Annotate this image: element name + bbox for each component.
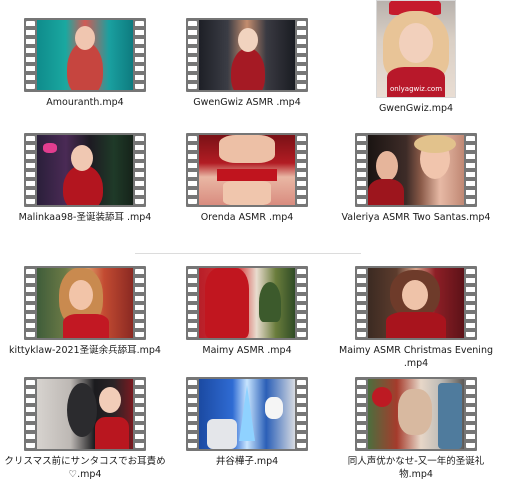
file-name: GwenGwiz.mp4 <box>378 103 454 114</box>
file-name: kittyklaw-2021圣诞余兵舔耳.mp4 <box>9 345 161 356</box>
file-tile-maimy-christmas[interactable]: Maimy ASMR Christmas Evening .mp4 <box>331 266 501 370</box>
file-tile-itani[interactable]: 井谷樺子.mp4 <box>162 377 332 468</box>
file-name: Maimy ASMR .mp4 <box>202 345 292 356</box>
file-tile-maimy-asmr[interactable]: Maimy ASMR .mp4 <box>162 266 332 357</box>
file-tile-gwengwiz-asmr[interactable]: GwenGwiz ASMR .mp4 <box>162 18 332 109</box>
file-name: GwenGwiz ASMR .mp4 <box>193 97 301 108</box>
file-name: 同人声优かなせ-又一年的圣诞礼物.mp4 <box>347 456 485 480</box>
video-thumbnail[interactable] <box>186 133 308 207</box>
file-tile-kanase[interactable]: 同人声优かなせ-又一年的圣诞礼物.mp4 <box>331 377 501 481</box>
file-name: 井谷樺子.mp4 <box>215 456 279 467</box>
file-name: Valeriya ASMR Two Santas.mp4 <box>341 212 491 223</box>
file-tile-valeriya[interactable]: Valeriya ASMR Two Santas.mp4 <box>331 133 501 224</box>
file-name: Amouranth.mp4 <box>46 97 124 108</box>
file-tile-orenda[interactable]: Orenda ASMR .mp4 <box>162 133 332 224</box>
file-tile-malinkaa98[interactable]: Malinkaa98-圣诞装舔耳 .mp4 <box>0 133 170 224</box>
image-watermark: onlyagwiz.com <box>389 85 443 93</box>
video-thumbnail[interactable] <box>186 18 308 92</box>
file-tile-amouranth[interactable]: Amouranth.mp4 <box>0 18 170 109</box>
file-tile-gwengwiz[interactable]: onlyagwiz.com GwenGwiz.mp4 <box>331 0 501 115</box>
video-thumbnail[interactable] <box>24 133 146 207</box>
video-thumbnail[interactable] <box>24 266 146 340</box>
file-grid: Amouranth.mp4 GwenGwiz ASMR .mp4 onlyagw… <box>0 0 511 490</box>
video-thumbnail[interactable] <box>24 18 146 92</box>
file-name: Orenda ASMR .mp4 <box>200 212 294 223</box>
image-thumbnail[interactable]: onlyagwiz.com <box>376 0 456 98</box>
video-thumbnail[interactable] <box>355 377 477 451</box>
video-thumbnail[interactable] <box>355 266 477 340</box>
file-name: Maimy ASMR Christmas Evening .mp4 <box>339 345 493 369</box>
video-thumbnail[interactable] <box>186 266 308 340</box>
video-thumbnail[interactable] <box>355 133 477 207</box>
file-tile-christmas-santa-cos[interactable]: クリスマス前にサンタコスでお耳責め♡.mp4 <box>0 377 170 481</box>
divider <box>135 253 361 254</box>
video-thumbnail[interactable] <box>24 377 146 451</box>
file-name: Malinkaa98-圣诞装舔耳 .mp4 <box>18 212 152 223</box>
video-thumbnail[interactable] <box>186 377 308 451</box>
file-tile-kittyklaw[interactable]: kittyklaw-2021圣诞余兵舔耳.mp4 <box>0 266 170 357</box>
file-name: クリスマス前にサンタコスでお耳責め♡.mp4 <box>4 456 166 480</box>
